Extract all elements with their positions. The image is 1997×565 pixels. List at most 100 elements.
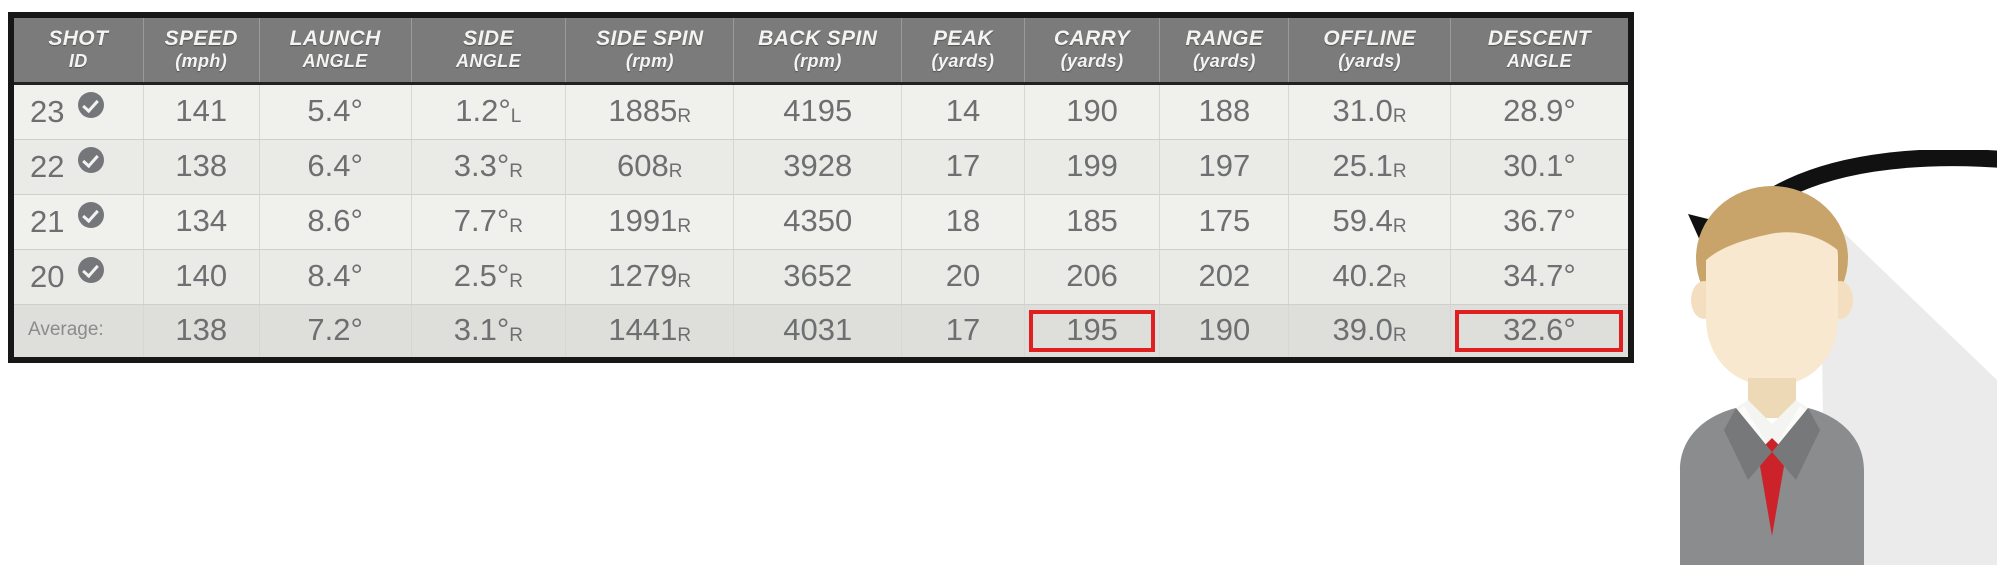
speed-cell[interactable]: 140 [143,249,260,306]
side-spin-cell[interactable]: 1885R [565,83,735,141]
column-header-shot-id[interactable]: SHOT ID [14,18,144,86]
table-row[interactable]: 21 134 8.6° 7.7°R 1991R 4350 18 185 175 59.4R 36.7… [14,194,1628,251]
header-line2: ANGLE [1506,51,1572,72]
shot-id-cell[interactable]: 21 [14,194,144,251]
carry-cell[interactable]: 185 [1024,194,1161,251]
side-spin-cell[interactable]: 1279R [565,249,735,306]
column-header-side-angle[interactable]: SIDE ANGLE [411,18,567,86]
launch-angle-cell[interactable]: 5.4° [259,83,412,141]
average-speed-cell-value: 138 [175,312,228,348]
column-header-offline[interactable]: OFFLINE (yards) [1288,18,1451,86]
shot-id-value: 23 [30,94,65,130]
average-carry-cell-value: 195 [1066,312,1118,348]
column-header-back-spin[interactable]: BACK SPIN (rpm) [733,18,903,86]
speed-cell[interactable]: 141 [143,83,260,141]
peak-cell-value: 20 [945,258,981,294]
column-header-launch-angle[interactable]: LAUNCH ANGLE [259,18,412,86]
back-spin-cell[interactable]: 3928 [733,139,903,196]
average-label: Average: [14,304,144,358]
average-side-angle-cell[interactable]: 3.1°R [411,304,567,358]
table-row[interactable]: 23 141 5.4° 1.2°L 1885R 4195 14 190 188 31.0R 28.9… [14,83,1628,141]
offline-cell[interactable]: 25.1R [1288,139,1451,196]
average-carry-cell[interactable]: 195 [1024,304,1161,358]
check-circle-icon[interactable] [78,257,105,284]
launch-angle-cell[interactable]: 6.4° [259,139,412,196]
side-angle-cell[interactable]: 1.2°L [411,83,567,141]
column-header-descent-angle[interactable]: DESCENT ANGLE [1450,18,1628,86]
average-descent-angle-cell[interactable]: 32.6° [1450,304,1628,358]
offline-cell-direction: R [1392,161,1407,183]
offline-cell[interactable]: 31.0R [1288,83,1451,141]
offline-cell[interactable]: 59.4R [1288,194,1451,251]
header-line2: ANGLE [302,51,368,72]
carry-cell[interactable]: 206 [1024,249,1161,306]
shot-id-cell[interactable]: 22 [14,139,144,196]
column-header-speed[interactable]: SPEED (mph) [143,18,260,86]
peak-cell-value: 18 [945,203,981,239]
descent-angle-cell-value: 30.1° [1503,148,1576,184]
check-circle-icon[interactable] [78,147,105,174]
table-row[interactable]: 20 140 8.4° 2.5°R 1279R 3652 20 206 202 40.2R 34.7… [14,249,1628,306]
descent-angle-cell[interactable]: 36.7° [1450,194,1628,251]
peak-cell[interactable]: 14 [901,83,1025,141]
average-offline-cell[interactable]: 39.0R [1288,304,1451,358]
range-cell[interactable]: 197 [1159,139,1290,196]
column-header-peak[interactable]: PEAK (yards) [901,18,1025,86]
average-peak-cell[interactable]: 17 [901,304,1025,358]
side-spin-cell-value: 1279 [608,258,678,294]
average-range-cell[interactable]: 190 [1159,304,1290,358]
descent-angle-cell-value: 28.9° [1503,93,1576,129]
descent-angle-cell[interactable]: 28.9° [1450,83,1628,141]
average-back-spin-cell[interactable]: 4031 [733,304,903,358]
descent-angle-cell[interactable]: 34.7° [1450,249,1628,306]
average-speed-cell[interactable]: 138 [143,304,260,358]
side-spin-cell[interactable]: 1991R [565,194,735,251]
column-header-carry[interactable]: CARRY (yards) [1024,18,1161,86]
descent-angle-cell[interactable]: 30.1° [1450,139,1628,196]
launch-angle-cell-value: 5.4° [307,93,363,129]
carry-cell[interactable]: 199 [1024,139,1161,196]
header-line2: (yards) [931,51,995,72]
peak-cell[interactable]: 20 [901,249,1025,306]
speed-cell[interactable]: 134 [143,194,260,251]
header-line2: (yards) [1338,51,1402,72]
side-angle-cell[interactable]: 2.5°R [411,249,567,306]
side-angle-cell-direction: R [509,271,524,293]
check-circle-icon[interactable] [78,202,105,229]
shot-id-value: 20 [30,259,65,295]
header-line1: PEAK [932,27,993,50]
back-spin-cell[interactable]: 4195 [733,83,903,141]
side-angle-cell-value: 7.7° [453,203,510,239]
speed-cell[interactable]: 138 [143,139,260,196]
header-line1: RANGE [1185,27,1264,50]
range-cell[interactable]: 175 [1159,194,1290,251]
launch-angle-cell[interactable]: 8.6° [259,194,412,251]
check-circle-icon[interactable] [78,92,105,119]
shot-id-cell[interactable]: 23 [14,83,144,141]
peak-cell[interactable]: 17 [901,139,1025,196]
average-side-spin-cell[interactable]: 1441R [565,304,735,358]
range-cell[interactable]: 202 [1159,249,1290,306]
shot-id-cell[interactable]: 20 [14,249,144,306]
side-angle-cell[interactable]: 3.3°R [411,139,567,196]
offline-cell-value: 25.1 [1332,148,1393,184]
table-row[interactable]: 22 138 6.4° 3.3°R 608R 3928 17 199 197 25.1R 30.1° [14,139,1628,196]
average-launch-angle-cell[interactable]: 7.2° [259,304,412,358]
header-row: SHOT ID SPEED (mph) LAUNCH ANGLE SIDE AN… [14,18,1628,86]
back-spin-cell-value: 3652 [783,258,853,294]
average-offline-cell-direction: R [1392,325,1407,347]
back-spin-cell[interactable]: 3652 [733,249,903,306]
carry-cell-value: 206 [1066,258,1118,294]
offline-cell-value: 40.2 [1332,258,1393,294]
side-angle-cell-direction: R [509,161,524,183]
back-spin-cell[interactable]: 4350 [733,194,903,251]
offline-cell[interactable]: 40.2R [1288,249,1451,306]
column-header-range[interactable]: RANGE (yards) [1159,18,1290,86]
side-spin-cell[interactable]: 608R [565,139,735,196]
column-header-side-spin[interactable]: SIDE SPIN (rpm) [565,18,735,86]
side-angle-cell[interactable]: 7.7°R [411,194,567,251]
launch-angle-cell[interactable]: 8.4° [259,249,412,306]
carry-cell[interactable]: 190 [1024,83,1161,141]
peak-cell[interactable]: 18 [901,194,1025,251]
range-cell[interactable]: 188 [1159,83,1290,141]
